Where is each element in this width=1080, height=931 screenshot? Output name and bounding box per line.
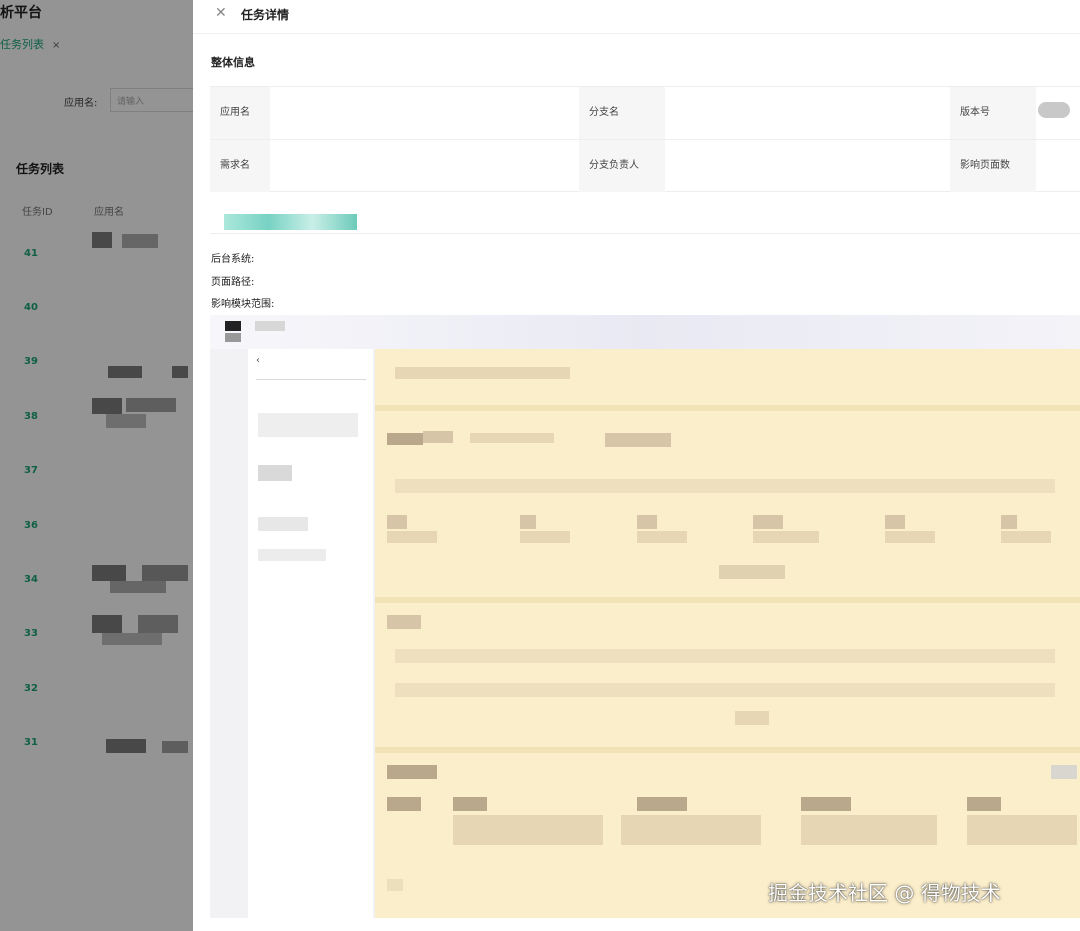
redacted-block	[520, 515, 536, 529]
redacted-block	[605, 433, 671, 447]
redacted-block	[387, 797, 421, 811]
close-icon[interactable]: ✕	[215, 5, 227, 21]
redacted-block	[395, 367, 570, 379]
divider	[375, 405, 1080, 411]
field-backend-system: 后台系统:	[211, 250, 254, 265]
label-version: 版本号	[950, 87, 1036, 139]
redacted-block	[387, 433, 423, 445]
redacted-block	[637, 515, 657, 529]
redacted-block	[387, 615, 421, 629]
section-title-overview: 整体信息	[211, 56, 255, 69]
redacted-block	[258, 465, 292, 481]
redacted-block	[1001, 515, 1017, 529]
redacted-block	[258, 549, 326, 561]
drawer-header: ✕ 任务详情	[193, 0, 1080, 34]
redacted-block	[637, 797, 687, 811]
preview-topbar	[210, 315, 1080, 349]
redacted-block	[395, 649, 1055, 663]
label-branch-name: 分支名	[579, 87, 665, 139]
redacted-block	[387, 531, 437, 543]
field-module-scope-label: 影响模块范围:	[211, 299, 275, 310]
redacted-block	[967, 797, 1001, 811]
redacted-tag	[224, 214, 357, 230]
field-module-scope: 影响模块范围:	[211, 295, 274, 310]
redacted-block	[258, 413, 358, 437]
redacted-block	[423, 431, 453, 443]
redacted-block	[885, 531, 935, 543]
preview-logo	[225, 321, 241, 331]
watermark: 掘金技术社区 @ 得物技术	[768, 881, 1001, 905]
redacted-block	[395, 683, 1055, 697]
label-branch-owner: 分支负责人	[579, 140, 665, 192]
redacted-block	[967, 815, 1077, 845]
redacted-block	[520, 531, 570, 543]
preview-sidebar: ‹	[248, 349, 373, 918]
redacted-block	[637, 531, 687, 543]
label-app-name: 应用名	[210, 87, 270, 139]
chevron-left-icon: ‹	[256, 355, 260, 366]
divider	[375, 747, 1080, 753]
task-detail-drawer: ✕ 任务详情 整体信息 应用名 分支名 版本号 需求名 分支负责人 影响页面数 …	[193, 0, 1080, 931]
info-table: 应用名 分支名 版本号 需求名 分支负责人 影响页面数	[210, 86, 1080, 192]
redacted-block	[621, 815, 761, 845]
redacted-block	[387, 765, 437, 779]
redacted-block	[256, 379, 366, 380]
redacted-block	[1001, 531, 1051, 543]
redacted-block	[801, 815, 937, 845]
redacted-block	[801, 797, 851, 811]
redacted-block	[735, 711, 769, 725]
field-backend-label: 后台系统:	[211, 254, 255, 265]
preview-main	[375, 349, 1080, 918]
drawer-title: 任务详情	[241, 8, 290, 22]
redacted-block	[258, 517, 308, 531]
preview-logo	[225, 333, 241, 342]
version-toggle[interactable]	[1038, 102, 1070, 118]
redacted-block	[387, 879, 403, 891]
redacted-block	[719, 565, 785, 579]
redacted-block	[753, 515, 783, 529]
redacted-block	[395, 479, 1055, 493]
field-page-path: 页面路径:	[211, 273, 254, 288]
redacted-block	[453, 815, 603, 845]
redacted-block	[453, 797, 487, 811]
divider	[375, 597, 1080, 603]
label-affected-pages: 影响页面数	[950, 140, 1036, 192]
redacted-block	[470, 433, 554, 443]
redacted-block	[885, 515, 905, 529]
redacted-block	[255, 321, 285, 331]
divider	[210, 233, 1080, 234]
field-page-path-label: 页面路径:	[211, 277, 255, 288]
page-screenshot-preview[interactable]: ‹	[210, 315, 1080, 918]
redacted-block	[387, 515, 407, 529]
redacted-block	[1051, 765, 1077, 779]
redacted-block	[753, 531, 819, 543]
label-requirement: 需求名	[210, 140, 270, 192]
